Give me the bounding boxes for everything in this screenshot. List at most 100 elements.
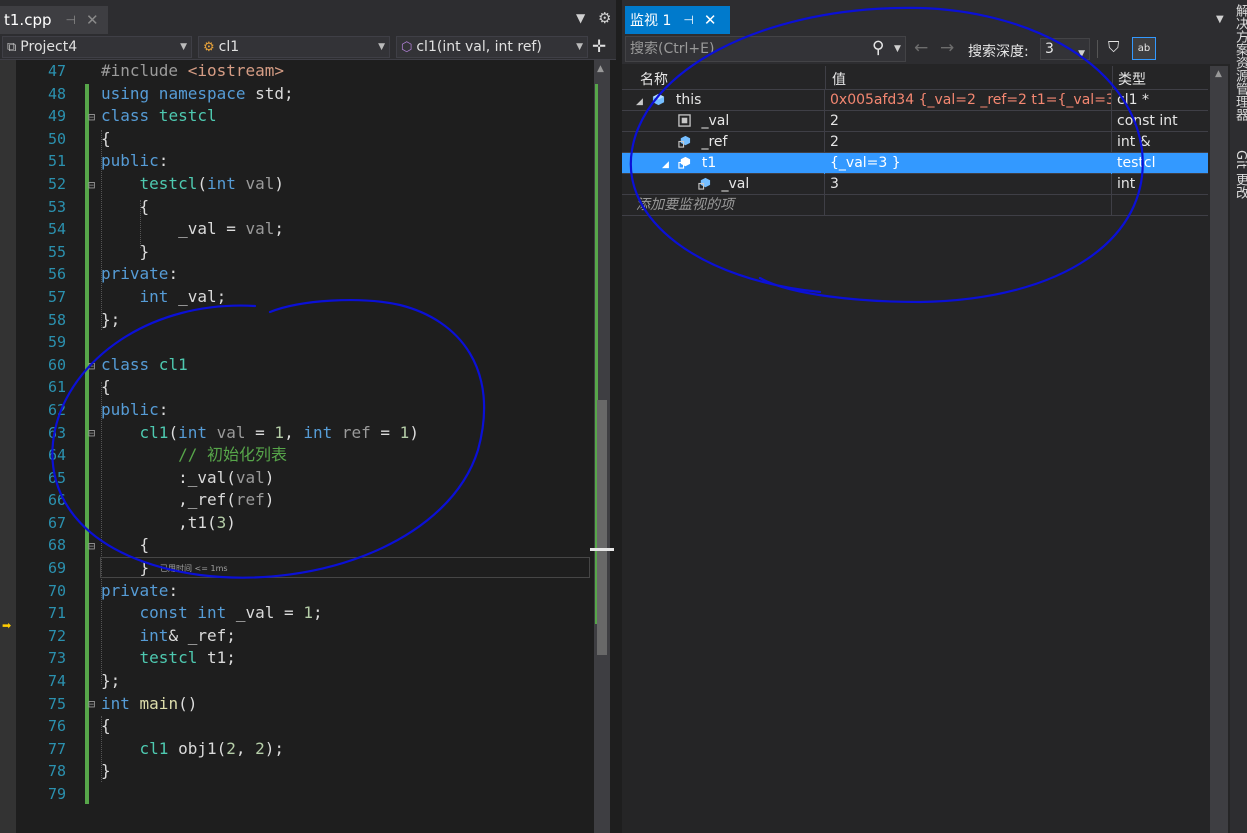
line-numbers: 47 48 49 50 51 52 53 54 55 56 57 58 59 60 61 62 63 64 65 66… <box>16 60 66 806</box>
fold-toggle-icon[interactable]: ⊟ <box>88 426 95 440</box>
watch-value[interactable]: 0x005afd34 {_val=2 _ref=2 t1={_val=3 } } <box>826 90 1112 111</box>
watch-row-this[interactable]: ◢ this 0x005afd34 {_val=2 _ref=2 t1={_va… <box>622 90 1208 111</box>
watch-type: testcl <box>1117 155 1156 171</box>
member-name: cl1(int val, int ref) <box>416 39 542 55</box>
watch-value[interactable]: {_val=3 } <box>826 153 1112 174</box>
fold-toggle-icon[interactable]: ⊟ <box>88 697 95 711</box>
method-icon: ⬡ <box>401 39 413 55</box>
watch-value[interactable]: 3 <box>826 174 1112 195</box>
perf-tip[interactable]: 已用时间 <= 1ms <box>160 563 228 574</box>
code-editor[interactable]: t1.cpp ⊣ ✕ ▼ ⚙ ⧉ Project4 ▼ ⚙ cl1 ▼ ⬡ cl… <box>0 0 616 833</box>
line-number: 78 <box>47 762 66 781</box>
gear-icon[interactable]: ⚙ <box>598 9 611 27</box>
line-number: 59 <box>47 333 66 352</box>
line-number: 71 <box>47 604 66 623</box>
code-line-65: :_val(val) <box>101 467 275 487</box>
watch-grid: 名称 值 类型 ◢ this 0x005afd34 {_val=2 _ref=2… <box>622 66 1208 216</box>
filter-pin-icon[interactable]: ⛉ <box>1108 38 1119 56</box>
watch-row-ref[interactable]: _ref 2 int & <box>622 132 1208 153</box>
git-changes-tab[interactable]: Git 更改 <box>1231 150 1247 199</box>
arrow-right-icon[interactable]: → <box>940 38 954 58</box>
line-number: 49 <box>47 107 66 126</box>
watch-scrollbar[interactable]: ▲ <box>1210 66 1228 833</box>
line-number: 48 <box>47 84 66 103</box>
line-number: 68 <box>47 536 66 555</box>
collapse-icon[interactable]: ◢ <box>636 92 648 111</box>
code-line-69: } <box>101 558 150 578</box>
watch-row-add[interactable]: 添加要监视的项 <box>622 195 1208 216</box>
project-icon: ⧉ <box>7 39 17 55</box>
collapse-icon[interactable]: ◢ <box>662 155 674 174</box>
column-divider[interactable] <box>1112 66 1113 90</box>
search-icon[interactable]: ⚲ <box>872 38 884 58</box>
scroll-up-icon[interactable]: ▲ <box>597 64 604 74</box>
member-dropdown[interactable]: ⬡ cl1(int val, int ref) ▼ <box>396 36 588 58</box>
tab-t1-cpp[interactable]: t1.cpp ⊣ ✕ <box>0 6 108 34</box>
chevron-down-icon: ▼ <box>1078 49 1085 59</box>
column-header-type[interactable]: 类型 <box>1118 69 1146 89</box>
tab-list-dropdown-icon[interactable]: ▼ <box>576 11 585 25</box>
watch-title-bar: 监视 1 ⊣ ✕ ▼ <box>622 0 1230 34</box>
search-depth-dropdown[interactable]: 3 ▼ <box>1040 38 1090 60</box>
column-divider[interactable] <box>825 66 826 90</box>
code-line-73: testcl t1; <box>139 648 236 668</box>
watch-search-box[interactable]: ⚲ ▼ <box>625 36 906 62</box>
scrollbar-caret-marker <box>590 548 614 551</box>
watch-type: int & <box>1117 134 1151 150</box>
code-lines[interactable]: #include <iostream> using namespace std;… <box>101 60 419 806</box>
code-line-50: { <box>101 128 111 148</box>
watch-value[interactable]: 2 <box>826 111 1112 132</box>
project-dropdown[interactable]: ⧉ Project4 ▼ <box>2 36 192 58</box>
scrollbar-thumb[interactable] <box>597 400 607 655</box>
side-tool-rail: 解决方案资源管理器 Git 更改 <box>1230 0 1247 833</box>
line-number: 69 <box>47 559 66 578</box>
fold-toggle-icon[interactable]: ⊟ <box>88 110 95 124</box>
watch-row-t1[interactable]: ◢ t1 {_val=3 } testcl <box>622 153 1208 174</box>
code-line-60: class cl1 <box>101 354 188 374</box>
toolbar-divider <box>1097 40 1098 58</box>
breakpoint-gutter[interactable]: ➡ <box>0 60 16 833</box>
line-number: 79 <box>47 785 66 803</box>
column-header-value[interactable]: 值 <box>832 69 846 89</box>
pin-icon[interactable]: ⊣ <box>65 13 75 27</box>
watch-row-t1-val[interactable]: _val 3 int <box>622 174 1208 195</box>
fold-toggle-icon[interactable]: ⊟ <box>88 178 95 192</box>
code-line-64: // 初始化列表 <box>178 445 287 465</box>
chevron-down-icon[interactable]: ▼ <box>894 44 901 54</box>
const-field-icon <box>678 114 691 127</box>
scroll-up-icon[interactable]: ▲ <box>1215 69 1222 79</box>
code-line-68: { <box>101 535 150 555</box>
line-number: 55 <box>47 242 66 261</box>
close-icon[interactable]: ✕ <box>704 11 717 29</box>
hex-view-icon[interactable]: ab <box>1132 37 1156 60</box>
code-line-70: private: <box>101 580 179 600</box>
code-line-77: cl1 obj1(2, 2); <box>139 738 285 758</box>
fold-toggle-icon[interactable]: ⊟ <box>88 539 95 553</box>
column-header-name[interactable]: 名称 <box>640 69 668 89</box>
add-watch-hint[interactable]: 添加要监视的项 <box>622 195 825 216</box>
search-depth-label: 搜索深度: <box>968 44 1029 60</box>
window-position-dropdown-icon[interactable]: ▼ <box>1216 14 1224 25</box>
watch-value[interactable]: 2 <box>826 132 1112 153</box>
line-number: 54 <box>47 220 66 239</box>
code-line-58: }; <box>101 309 121 329</box>
search-input[interactable] <box>626 37 864 61</box>
code-line-49: class testcl <box>101 106 217 126</box>
arrow-left-icon[interactable]: ← <box>914 38 928 58</box>
tab-title: t1.cpp <box>4 11 52 29</box>
code-line-57: int _val; <box>139 286 227 306</box>
change-tracking-bar <box>85 84 89 804</box>
line-number: 73 <box>47 649 66 668</box>
fold-toggle-icon[interactable]: ⊟ <box>88 359 95 373</box>
split-window-icon[interactable]: ✛ <box>592 37 606 57</box>
tab-watch-1[interactable]: 监视 1 ⊣ ✕ <box>625 6 730 34</box>
line-number: 64 <box>47 446 66 465</box>
close-icon[interactable]: ✕ <box>86 11 99 29</box>
pin-icon[interactable]: ⊣ <box>683 13 693 27</box>
editor-scrollbar[interactable]: ▲ <box>590 60 614 833</box>
editor-tab-bar: t1.cpp ⊣ ✕ ▼ ⚙ <box>0 0 616 34</box>
scope-dropdown[interactable]: ⚙ cl1 ▼ <box>198 36 390 58</box>
solution-explorer-tab[interactable]: 解决方案资源管理器 <box>1231 4 1247 121</box>
watch-row-val[interactable]: _val 2 const int <box>622 111 1208 132</box>
